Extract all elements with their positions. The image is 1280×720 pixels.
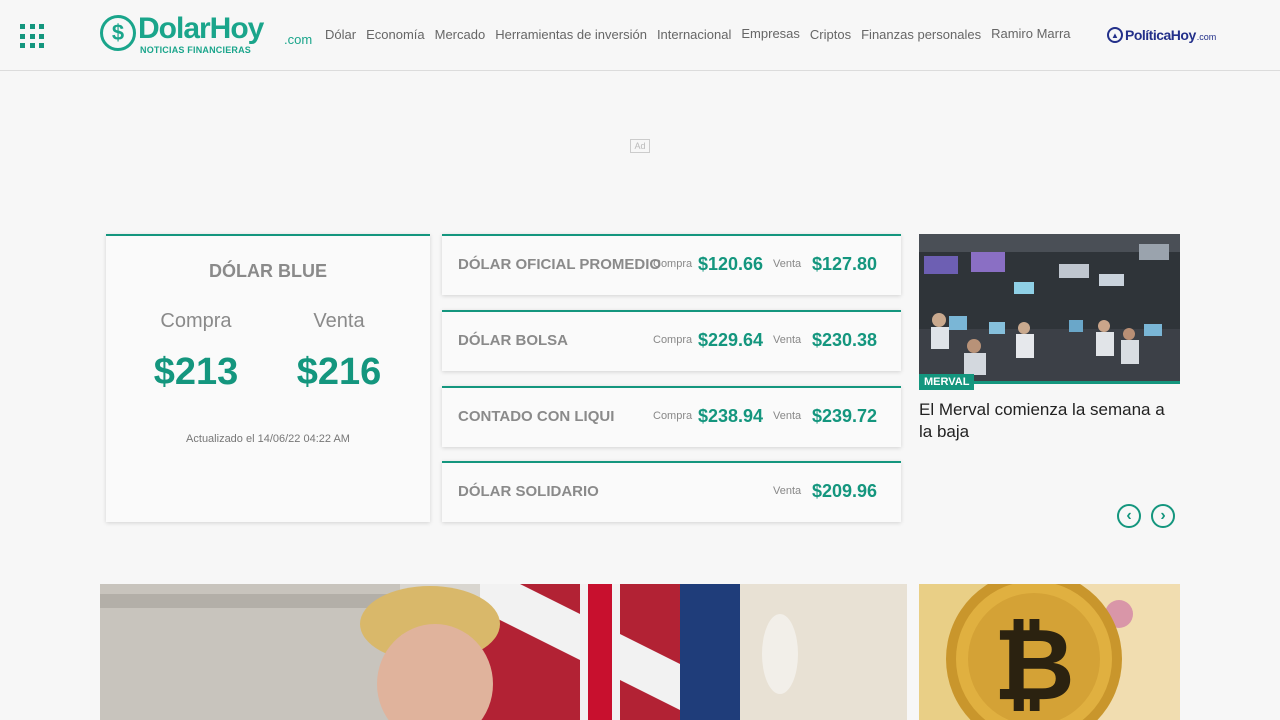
rate-name: DÓLAR BOLSA (458, 332, 568, 349)
partner-name: PolíticaHoy (1125, 27, 1196, 43)
compra-value: $213 (153, 351, 239, 393)
dolar-blue-venta: Venta $216 (279, 310, 399, 394)
dolar-blue-title: DÓLAR BLUE (209, 261, 327, 281)
apps-grid-icon[interactable] (20, 24, 44, 48)
rate-compra-value: $229.64 (698, 330, 764, 350)
chevron-right-icon[interactable]: › (1151, 504, 1175, 528)
nav-item-economia[interactable]: Economía (366, 27, 425, 42)
logo-title: DolarHoy (138, 12, 264, 45)
rate-venta-value: $230.38 (812, 330, 878, 350)
rate-compra-label: Compra (653, 258, 693, 270)
updated-timestamp: Actualizado el 14/06/22 04:22 AM (186, 433, 350, 445)
nav-item-ramiro-marra[interactable]: Ramiro Marra (991, 26, 1070, 41)
news-image-uk-politician[interactable] (100, 584, 907, 720)
dolar-blue-card: DÓLAR BLUE Compra $213 Venta $216 Actual… (106, 234, 430, 522)
rate-compra-label: Compra (653, 410, 693, 422)
logo-tagline: NOTICIAS FINANCIERAS (140, 45, 252, 55)
logo-domain: .com (284, 32, 313, 47)
rate-venta-label: Venta (773, 485, 802, 497)
rate-row-bolsa[interactable]: DÓLAR BOLSA Compra $229.64 Venta $230.38 (442, 310, 901, 371)
news-image-bitcoin[interactable]: ₿ (919, 584, 1180, 720)
news-category-tag[interactable]: MERVAL (919, 374, 975, 390)
rate-venta-value: $127.80 (812, 254, 878, 274)
rate-venta-label: Venta (773, 334, 802, 346)
rate-name: DÓLAR SOLIDARIO (458, 483, 599, 500)
nav-item-internacional[interactable]: Internacional (657, 27, 731, 42)
featured-news-card[interactable]: MERVAL El Merval comienza la semana a la… (919, 234, 1180, 444)
dollar-coin-icon: $ (100, 15, 136, 51)
compra-label: Compra (160, 310, 232, 332)
rate-row-oficial[interactable]: DÓLAR OFICIAL PROMEDIO Compra $120.66 Ve… (442, 234, 901, 295)
chevron-left-icon[interactable]: ‹ (1117, 504, 1141, 528)
rate-compra-value: $238.94 (698, 406, 764, 426)
rate-venta-value: $239.72 (812, 406, 878, 426)
dolar-blue-compra: Compra $213 (136, 310, 256, 394)
rate-compra-label: Compra (653, 334, 693, 346)
ad-badge: Ad (630, 139, 650, 153)
news-headline[interactable]: El Merval comienza la semana a la baja (919, 399, 1180, 443)
rate-venta-value: $209.96 (812, 481, 878, 501)
rate-name: DÓLAR OFICIAL PROMEDIO (458, 256, 662, 273)
rate-name: CONTADO CON LIQUI (458, 408, 615, 425)
nav-item-finanzas[interactable]: Finanzas personales (861, 27, 981, 42)
capitol-icon: ▲ (1107, 27, 1123, 43)
nav-item-mercado[interactable]: Mercado (435, 27, 486, 42)
svg-text:₿: ₿ (993, 609, 1075, 720)
venta-value: $216 (296, 351, 382, 393)
news-image-trading-floor (919, 234, 1180, 384)
uk-politician-image (100, 584, 907, 720)
rate-row-solidario[interactable]: DÓLAR SOLIDARIO Venta $209.96 (442, 461, 901, 522)
rate-row-ccl[interactable]: CONTADO CON LIQUI Compra $238.94 Venta $… (442, 386, 901, 447)
nav-item-herramientas[interactable]: Herramientas de inversión (495, 27, 647, 42)
nav-item-empresas[interactable]: Empresas (741, 26, 800, 41)
nav-item-dolar[interactable]: Dólar (325, 27, 356, 42)
main-nav: Dólar Economía Mercado Herramientas de i… (325, 26, 1081, 42)
rate-venta-label: Venta (773, 410, 802, 422)
rate-venta-label: Venta (773, 258, 802, 270)
nav-item-criptos[interactable]: Criptos (810, 27, 851, 42)
venta-label: Venta (313, 310, 365, 332)
dolarhoy-logo[interactable]: $ DolarHoy .com NOTICIAS FINANCIERAS (100, 12, 313, 58)
bitcoin-coin-image: ₿ (919, 584, 1180, 720)
trading-floor-image (919, 234, 1180, 381)
politicahoy-link[interactable]: ▲ PolíticaHoy .com (1107, 27, 1216, 43)
partner-domain: .com (1196, 32, 1217, 42)
site-header: $ DolarHoy .com NOTICIAS FINANCIERAS Dól… (0, 0, 1280, 71)
rate-compra-value: $120.66 (698, 254, 764, 274)
